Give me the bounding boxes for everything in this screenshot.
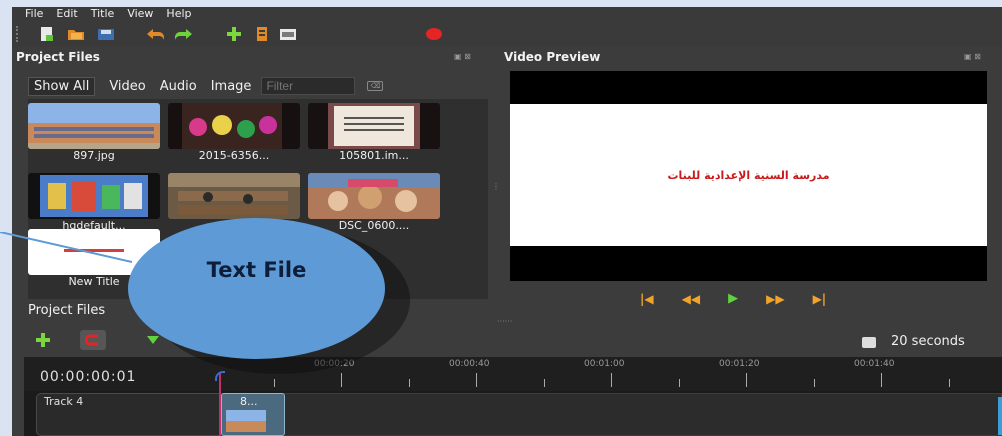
undo-icon[interactable] xyxy=(145,25,165,43)
callout-pointer xyxy=(0,232,133,263)
file-item[interactable]: 897.jpg xyxy=(28,103,160,162)
current-timecode: 00:00:00:01 xyxy=(40,369,137,385)
project-files-title: Project Files xyxy=(16,50,100,64)
vertical-splitter-handle[interactable]: ⋮ xyxy=(492,182,500,191)
tab-project-files[interactable]: Project Files xyxy=(28,302,105,320)
ruler-minor-tick xyxy=(409,379,410,387)
fast-forward-icon[interactable]: ▶▶ xyxy=(766,292,784,306)
playback-controls: |◀ ◀◀ ▶ ▶▶ ▶| xyxy=(640,291,854,306)
track-lane[interactable] xyxy=(220,393,1002,436)
filter-audio[interactable]: Audio xyxy=(160,79,197,94)
preview-title-text: مدرسة السنية الإعدادية للبنات xyxy=(667,169,830,182)
ruler-minor-tick xyxy=(274,379,275,387)
ruler-minor-tick xyxy=(679,379,680,387)
ruler-major-tick xyxy=(746,373,747,387)
timeline-scrollbar[interactable] xyxy=(998,397,1002,435)
school-building-image xyxy=(28,103,160,149)
file-filter-bar: Show All Video Audio Image ⌫ xyxy=(28,75,476,97)
import-files-icon[interactable] xyxy=(224,25,244,43)
zoom-label: 20 seconds xyxy=(891,334,965,349)
filter-video[interactable]: Video xyxy=(109,79,145,94)
playhead-handle-icon[interactable] xyxy=(215,371,225,381)
jump-start-icon[interactable]: |◀ xyxy=(640,292,654,306)
track-name: Track 4 xyxy=(44,395,84,408)
clip-label: 8... xyxy=(240,395,258,408)
filter-image[interactable]: Image xyxy=(211,79,252,94)
panel-float-close-icon[interactable]: ▣ ⊠ xyxy=(454,52,471,61)
ruler-minor-tick xyxy=(814,379,815,387)
export-video-icon[interactable] xyxy=(424,25,444,43)
classroom-image xyxy=(28,173,160,219)
file-item[interactable]: hqdefault... xyxy=(28,173,160,232)
menu-title[interactable]: Title xyxy=(91,7,115,21)
certificate-image xyxy=(308,103,440,149)
menu-help[interactable]: Help xyxy=(166,7,191,21)
video-preview-title: Video Preview xyxy=(504,50,601,64)
clear-filter-icon[interactable]: ⌫ xyxy=(367,81,384,91)
file-item[interactable]: 2015-6356... xyxy=(168,103,300,162)
save-project-icon[interactable] xyxy=(96,25,116,43)
redo-icon[interactable] xyxy=(174,25,194,43)
celebration-image xyxy=(308,173,440,219)
ruler-label: 00:01:20 xyxy=(719,359,760,369)
video-preview: مدرسة السنية الإعدادية للبنات xyxy=(510,71,987,281)
ruler-minor-tick xyxy=(544,379,545,387)
menu-view[interactable]: View xyxy=(127,7,153,21)
ruler-label: 00:01:40 xyxy=(854,359,895,369)
menu-edit[interactable]: Edit xyxy=(56,7,77,21)
choose-profile-icon[interactable] xyxy=(252,25,272,43)
new-project-icon[interactable] xyxy=(37,25,57,43)
open-project-icon[interactable] xyxy=(66,25,86,43)
add-track-button[interactable] xyxy=(30,330,56,350)
openshot-window: File Edit Title View Help Project Files … xyxy=(12,7,1002,436)
filter-input[interactable] xyxy=(261,77,356,95)
file-item[interactable]: DSC_0600.... xyxy=(308,173,440,232)
file-item-label: 105801.im... xyxy=(339,149,409,162)
ruler-minor-tick xyxy=(949,379,950,387)
ruler-label: 00:01:00 xyxy=(584,359,625,369)
ruler-major-tick xyxy=(881,373,882,387)
playhead[interactable] xyxy=(219,373,221,436)
menu-bar: File Edit Title View Help xyxy=(12,7,1002,21)
ruler-label: 00:00:40 xyxy=(449,359,490,369)
callout-bubble xyxy=(128,218,385,359)
horizontal-splitter-handle[interactable]: ······ xyxy=(497,317,512,326)
ruler-major-tick xyxy=(611,373,612,387)
preview-float-close-icon[interactable]: ▣ ⊠ xyxy=(964,52,981,61)
snapping-button[interactable] xyxy=(80,330,106,350)
file-item[interactable]: 105801.im... xyxy=(308,103,440,162)
ruler-major-tick xyxy=(476,373,477,387)
fullscreen-icon[interactable] xyxy=(278,25,298,43)
jump-end-icon[interactable]: ▶| xyxy=(813,292,827,306)
menu-file[interactable]: File xyxy=(25,7,43,21)
dancers-image xyxy=(168,103,300,149)
rewind-icon[interactable]: ◀◀ xyxy=(682,292,700,306)
zoom-icon[interactable] xyxy=(862,337,876,348)
file-item-label: 2015-6356... xyxy=(198,149,270,162)
filter-show-all[interactable]: Show All xyxy=(28,76,96,96)
play-icon[interactable]: ▶ xyxy=(728,291,738,306)
toolbar-grip-icon[interactable] xyxy=(16,26,22,42)
file-item-label: 897.jpg xyxy=(73,149,115,162)
ruler-major-tick xyxy=(341,373,342,387)
callout-text: Text File xyxy=(206,258,307,282)
library-image xyxy=(168,173,300,219)
